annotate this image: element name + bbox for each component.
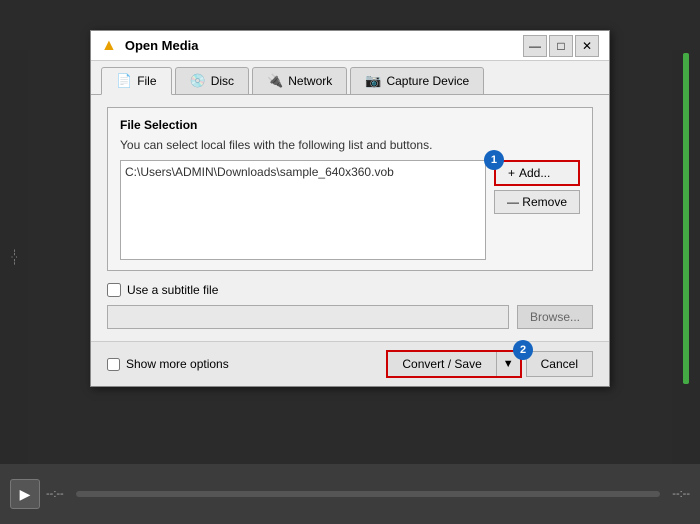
tab-file[interactable]: 📄 File	[101, 67, 172, 95]
tabs-container: 📄 File 💿 Disc 🔌 Network 📷 Capture Device	[91, 61, 609, 95]
tab-capture-device[interactable]: 📷 Capture Device	[350, 67, 484, 94]
tab-capture-label: Capture Device	[386, 74, 469, 88]
subtitle-checkbox[interactable]	[107, 283, 121, 297]
badge-2: 2	[513, 340, 533, 360]
cancel-button[interactable]: Cancel	[526, 351, 593, 377]
add-button-label: Add...	[519, 166, 550, 180]
bottom-buttons: 2 Convert / Save ▼ Cancel	[386, 350, 593, 378]
time-display-total: --:--	[672, 488, 690, 500]
capture-tab-icon: 📷	[365, 73, 381, 89]
play-button[interactable]: ▶	[10, 479, 40, 509]
volume-indicator	[683, 53, 689, 384]
file-list-item: C:\Users\ADMIN\Downloads\sample_640x360.…	[125, 165, 481, 179]
show-more-options-label[interactable]: Show more options	[107, 357, 386, 371]
disc-tab-icon: 💿	[190, 73, 206, 89]
subtitle-label-text: Use a subtitle file	[127, 283, 218, 297]
vlc-left-panel: --:--	[0, 50, 28, 464]
convert-save-group: Convert / Save ▼	[386, 350, 521, 378]
file-list[interactable]: C:\Users\ADMIN\Downloads\sample_640x360.…	[120, 160, 486, 260]
progress-bar[interactable]	[76, 491, 661, 497]
subtitle-file-row: Browse...	[107, 305, 593, 329]
vlc-dialog-icon: ▲	[101, 37, 117, 55]
badge-1: 1	[484, 150, 504, 170]
open-media-dialog: ▲ Open Media — □ ✕ 📄 File 💿 Disc 🔌 Netwo…	[90, 30, 610, 387]
remove-button[interactable]: — Remove	[494, 190, 580, 214]
add-icon: +	[508, 166, 515, 180]
time-display: --:--	[46, 488, 64, 500]
vlc-right-panel	[672, 50, 700, 464]
file-area: C:\Users\ADMIN\Downloads\sample_640x360.…	[120, 160, 580, 260]
subtitle-checkbox-label[interactable]: Use a subtitle file	[107, 283, 218, 297]
tab-network-label: Network	[288, 74, 332, 88]
tab-network[interactable]: 🔌 Network	[252, 67, 347, 94]
file-selection-group: File Selection You can select local file…	[107, 107, 593, 271]
network-tab-icon: 🔌	[267, 73, 283, 89]
left-indicator: --:--	[9, 249, 20, 265]
tab-disc-label: Disc	[211, 74, 234, 88]
remove-button-label: — Remove	[507, 195, 567, 209]
browse-button[interactable]: Browse...	[517, 305, 593, 329]
dialog-content: File Selection You can select local file…	[91, 95, 609, 341]
dialog-bottom: Show more options 2 Convert / Save ▼ Can…	[91, 341, 609, 386]
tab-file-label: File	[137, 74, 156, 88]
show-more-checkbox[interactable]	[107, 358, 120, 371]
tab-disc[interactable]: 💿 Disc	[175, 67, 250, 94]
file-selection-description: You can select local files with the foll…	[120, 138, 580, 152]
dialog-minimize-button[interactable]: —	[523, 35, 547, 57]
file-tab-icon: 📄	[116, 73, 132, 89]
dialog-close-button[interactable]: ✕	[575, 35, 599, 57]
vlc-bottom-bar: ▶ --:-- --:--	[0, 464, 700, 524]
dialog-title: Open Media	[125, 38, 523, 53]
dialog-titlebar: ▲ Open Media — □ ✕	[91, 31, 609, 61]
file-buttons: 1 + Add... — Remove	[494, 160, 580, 214]
subtitle-section: Use a subtitle file	[107, 283, 593, 297]
subtitle-file-input[interactable]	[107, 305, 509, 329]
dialog-maximize-button[interactable]: □	[549, 35, 573, 57]
show-more-text: Show more options	[126, 357, 229, 371]
convert-save-button[interactable]: Convert / Save	[388, 352, 496, 376]
add-button[interactable]: + Add...	[494, 160, 580, 186]
file-selection-label: File Selection	[120, 118, 580, 132]
